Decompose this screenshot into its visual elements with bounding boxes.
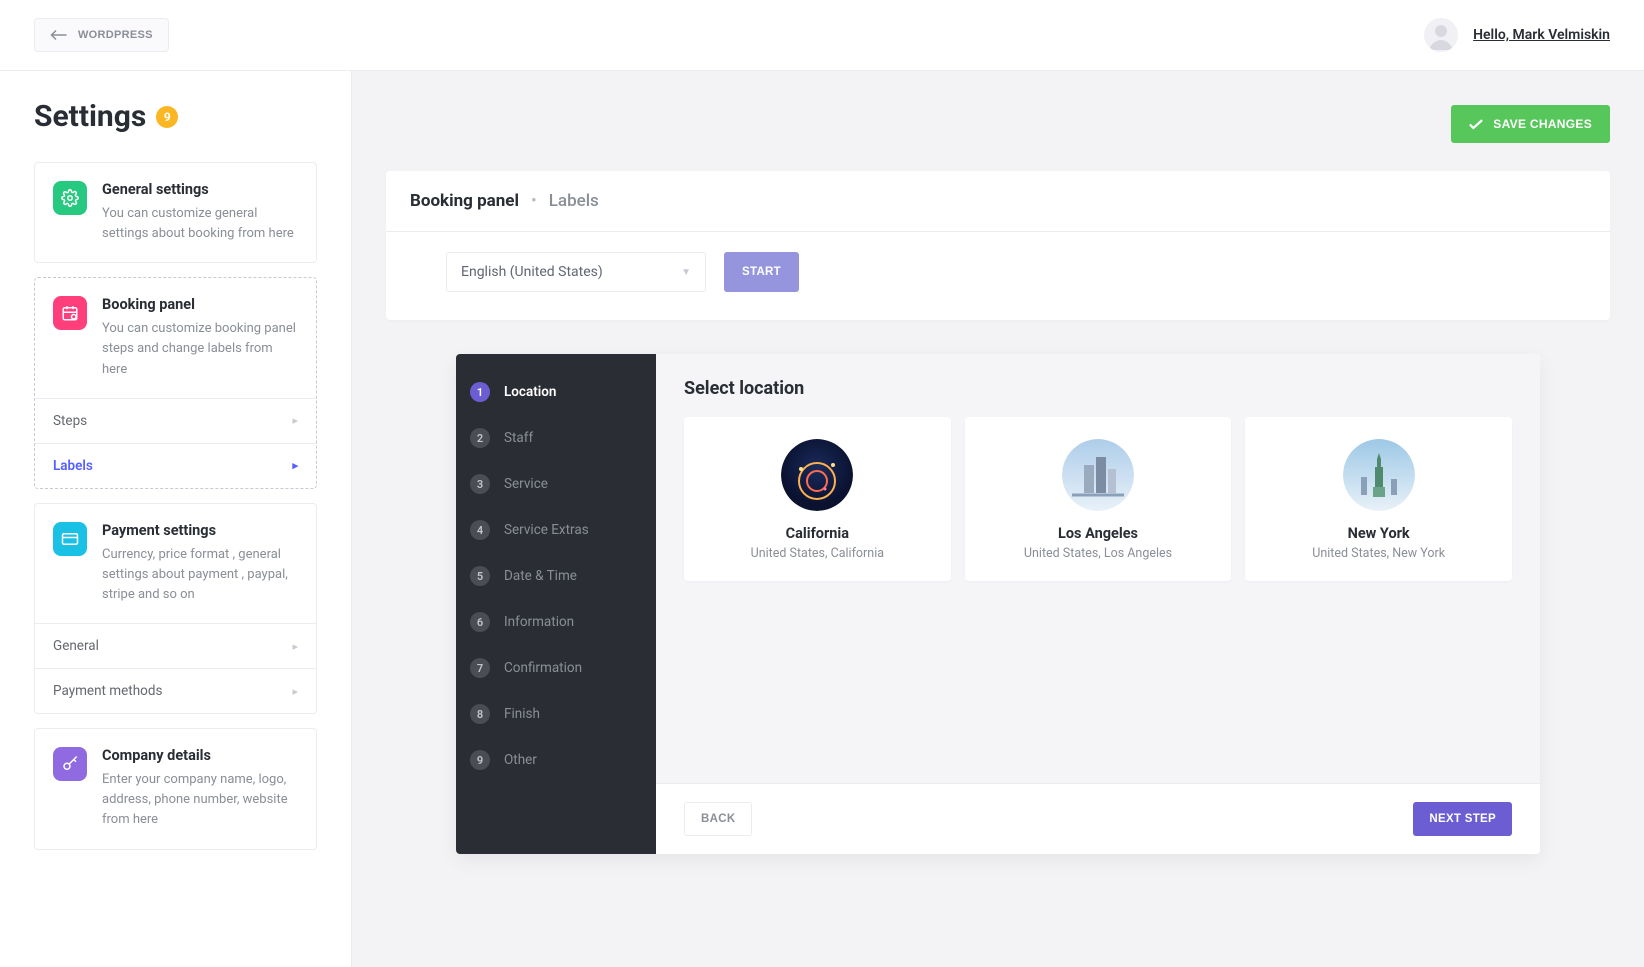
card-title-payment: Payment settings xyxy=(102,522,298,539)
breadcrumb-sep: • xyxy=(531,191,537,211)
language-select[interactable]: English (United States) ▼ xyxy=(446,252,706,292)
step-label: Other xyxy=(504,752,537,768)
location-card-new-york[interactable]: New York United States, New York xyxy=(1245,417,1512,581)
step-date-time[interactable]: 5 Date & Time xyxy=(470,566,642,586)
step-number: 7 xyxy=(470,658,490,678)
calendar-icon xyxy=(53,296,87,330)
card-desc-company: Enter your company name, logo, address, … xyxy=(102,770,298,830)
arrow-left-icon xyxy=(50,28,68,42)
location-sub: United States, New York xyxy=(1261,546,1496,561)
breadcrumb-b: Labels xyxy=(549,191,599,211)
language-selected-value: English (United States) xyxy=(461,264,603,280)
card-title-general: General settings xyxy=(102,181,298,198)
booking-preview: 1 Location 2 Staff 3 Service 4 Service E… xyxy=(456,354,1540,854)
user-greeting-link[interactable]: Hello, Mark Velmiskin xyxy=(1473,27,1610,43)
top-header: WORDPRESS Hello, Mark Velmiskin xyxy=(0,0,1644,71)
card-desc-general: You can customize general settings about… xyxy=(102,204,298,244)
location-name: New York xyxy=(1261,525,1496,542)
step-label: Finish xyxy=(504,706,540,722)
save-button[interactable]: SAVE CHANGES xyxy=(1451,105,1610,143)
main-content: SAVE CHANGES Booking panel • Labels Engl… xyxy=(352,71,1644,967)
step-label: Location xyxy=(504,384,556,400)
location-name: California xyxy=(700,525,935,542)
location-sub: United States, California xyxy=(700,546,935,561)
back-button[interactable]: BACK xyxy=(684,802,752,836)
step-number: 8 xyxy=(470,704,490,724)
card-title-company: Company details xyxy=(102,747,298,764)
step-label: Service xyxy=(504,476,548,492)
page-title: Settings xyxy=(34,99,146,134)
booking-steps: 1 Location 2 Staff 3 Service 4 Service E… xyxy=(456,354,656,854)
step-information[interactable]: 6 Information xyxy=(470,612,642,632)
step-number: 5 xyxy=(470,566,490,586)
step-number: 2 xyxy=(470,428,490,448)
chevron-right-icon: ▸ xyxy=(292,640,298,653)
booking-footer: BACK NEXT STEP xyxy=(656,783,1540,854)
step-label: Service Extras xyxy=(504,522,589,538)
step-number: 1 xyxy=(470,382,490,402)
location-image xyxy=(781,439,853,511)
card-desc-booking: You can customize booking panel steps an… xyxy=(102,319,298,379)
user-area: Hello, Mark Velmiskin xyxy=(1424,18,1610,52)
subitem-steps[interactable]: Steps ▸ xyxy=(35,399,316,443)
sidebar-card-payment[interactable]: Payment settings Currency, price format … xyxy=(34,503,317,714)
start-button[interactable]: START xyxy=(724,252,799,292)
wordpress-back-button[interactable]: WORDPRESS xyxy=(34,18,169,52)
subitem-payment-general[interactable]: General ▸ xyxy=(35,624,316,668)
chevron-right-icon: ▸ xyxy=(292,414,298,427)
location-sub: United States, Los Angeles xyxy=(981,546,1216,561)
subitem-label: Payment methods xyxy=(53,683,162,699)
breadcrumb: Booking panel • Labels xyxy=(386,171,1610,232)
page-panel: Booking panel • Labels English (United S… xyxy=(386,171,1610,320)
booking-title: Select location xyxy=(656,354,1540,417)
sidebar-card-company[interactable]: Company details Enter your company name,… xyxy=(34,728,317,849)
chevron-down-icon: ▼ xyxy=(681,267,691,278)
step-staff[interactable]: 2 Staff xyxy=(470,428,642,448)
step-label: Confirmation xyxy=(504,660,582,676)
sidebar-card-general[interactable]: General settings You can customize gener… xyxy=(34,162,317,263)
save-label: SAVE CHANGES xyxy=(1493,117,1592,131)
step-finish[interactable]: 8 Finish xyxy=(470,704,642,724)
location-image xyxy=(1062,439,1134,511)
sidebar-card-booking-panel[interactable]: Booking panel You can customize booking … xyxy=(34,277,317,488)
subitem-label: General xyxy=(53,638,99,654)
step-label: Date & Time xyxy=(504,568,577,584)
step-number: 4 xyxy=(470,520,490,540)
step-service-extras[interactable]: 4 Service Extras xyxy=(470,520,642,540)
step-confirmation[interactable]: 7 Confirmation xyxy=(470,658,642,678)
wordpress-label: WORDPRESS xyxy=(78,29,153,41)
check-icon xyxy=(1469,119,1483,130)
booking-body: Select location California United States… xyxy=(656,354,1540,854)
subitem-payment-methods[interactable]: Payment methods ▸ xyxy=(35,668,316,713)
location-card-los-angeles[interactable]: Los Angeles United States, Los Angeles xyxy=(965,417,1232,581)
step-label: Staff xyxy=(504,430,533,446)
settings-count-badge: 9 xyxy=(156,106,178,128)
settings-sidebar: Settings 9 General settings You can cust… xyxy=(0,71,352,967)
breadcrumb-a: Booking panel xyxy=(410,191,519,211)
location-name: Los Angeles xyxy=(981,525,1216,542)
step-label: Information xyxy=(504,614,574,630)
chevron-right-icon: ▸ xyxy=(292,459,298,472)
step-other[interactable]: 9 Other xyxy=(470,750,642,770)
step-number: 6 xyxy=(470,612,490,632)
credit-card-icon xyxy=(53,522,87,556)
avatar[interactable] xyxy=(1424,18,1458,52)
step-location[interactable]: 1 Location xyxy=(470,382,642,402)
gear-icon xyxy=(53,181,87,215)
step-number: 3 xyxy=(470,474,490,494)
subitem-labels[interactable]: Labels ▸ xyxy=(35,443,316,488)
step-service[interactable]: 3 Service xyxy=(470,474,642,494)
subitem-label: Steps xyxy=(53,413,87,429)
locations-grid: California United States, California Los… xyxy=(656,417,1540,581)
card-title-booking: Booking panel xyxy=(102,296,298,313)
location-image xyxy=(1343,439,1415,511)
step-number: 9 xyxy=(470,750,490,770)
chevron-right-icon: ▸ xyxy=(292,685,298,698)
card-desc-payment: Currency, price format , general setting… xyxy=(102,545,298,605)
next-step-button[interactable]: NEXT STEP xyxy=(1413,802,1512,836)
subitem-label: Labels xyxy=(53,458,93,474)
location-card-california[interactable]: California United States, California xyxy=(684,417,951,581)
key-icon xyxy=(53,747,87,781)
